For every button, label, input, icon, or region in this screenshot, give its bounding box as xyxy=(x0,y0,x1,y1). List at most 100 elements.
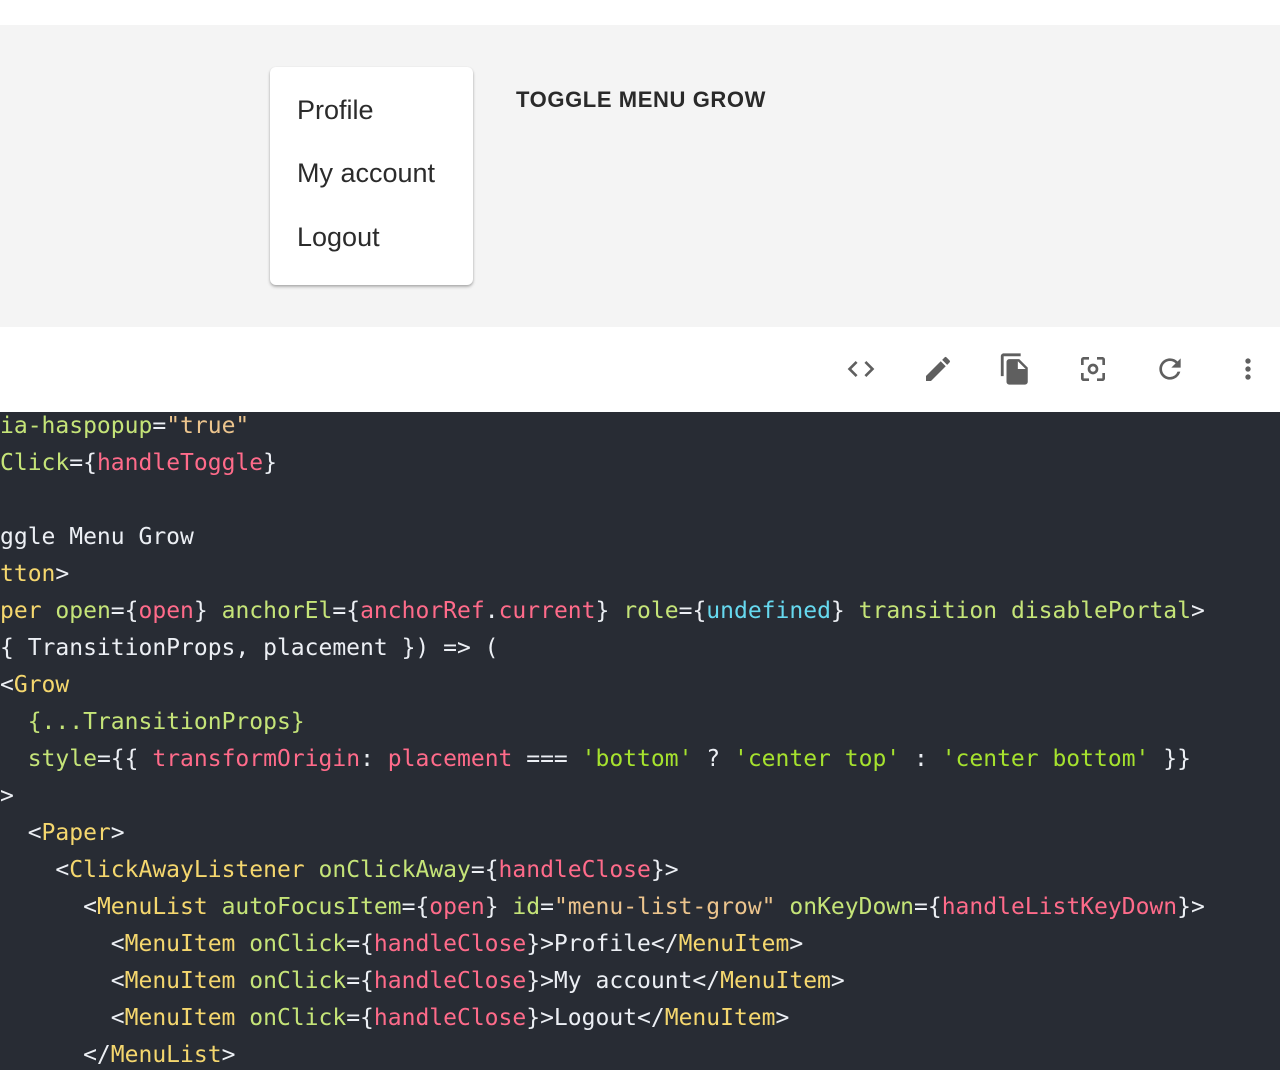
demo-toolbar xyxy=(0,327,1280,412)
code-token: } xyxy=(263,450,277,476)
code-token: role xyxy=(623,598,679,624)
code-token: } xyxy=(830,598,859,624)
code-token: transition xyxy=(858,598,998,624)
code-token: Click xyxy=(0,450,70,476)
code-token: } xyxy=(595,598,624,624)
reset-focus-button[interactable] xyxy=(1071,347,1115,391)
code-token: MenuItem xyxy=(124,931,236,957)
menu-item-my-account[interactable]: My account xyxy=(297,158,435,189)
code-token: ={ xyxy=(401,894,430,920)
code-line: <MenuItem onClick={handleClose}>Logout</… xyxy=(0,1000,790,1037)
code-token: }> xyxy=(1177,894,1205,920)
code-token: handleClose xyxy=(373,931,527,957)
code-token: Paper xyxy=(41,820,111,846)
code-token: onClick xyxy=(249,931,347,957)
code-token: < xyxy=(0,968,125,994)
code-token: < xyxy=(0,931,125,957)
code-token: { TransitionProps, placement }) => ( xyxy=(0,635,499,661)
code-token: handleClose xyxy=(498,857,651,883)
more-vert-icon xyxy=(1245,358,1251,380)
code-token: ={ xyxy=(346,968,374,994)
code-token: > xyxy=(0,783,14,809)
toggle-menu-grow-button[interactable]: TOGGLE MENU GROW xyxy=(516,87,766,113)
code-token: {...TransitionProps} xyxy=(27,709,305,735)
menu-popper: Profile My account Logout xyxy=(270,67,473,285)
code-line: </MenuList> xyxy=(0,1037,235,1070)
code-token: anchorEl xyxy=(221,598,333,624)
code-token: disablePortal xyxy=(1010,598,1191,624)
code-line: <MenuList autoFocusItem={open} id="menu-… xyxy=(0,889,1205,926)
code-token: } xyxy=(193,598,222,624)
code-token: }>My account</ xyxy=(526,968,721,994)
code-token: }} xyxy=(1149,746,1191,772)
code-token: > xyxy=(55,561,70,587)
code-token: === xyxy=(512,746,582,772)
code-block[interactable]: ia-haspopup="true" Click={handleToggle} gg… xyxy=(0,412,1280,1070)
edit-icon xyxy=(926,356,951,381)
code-token: ={ xyxy=(346,1005,374,1031)
code-token: ggle Menu Grow xyxy=(0,524,194,550)
code-token: 'center bottom' xyxy=(941,746,1150,772)
code-token: ia-haspopup xyxy=(0,413,153,439)
more-options-button[interactable] xyxy=(1226,347,1270,391)
code-token: MenuItem xyxy=(124,1005,236,1031)
code-token: handleClose xyxy=(373,968,527,994)
code-line: { TransitionProps, placement }) => ( xyxy=(0,630,499,667)
demo-area: Profile My account Logout TOGGLE MENU GR… xyxy=(0,25,1280,327)
code-line: {...TransitionProps} xyxy=(0,704,305,741)
show-source-button[interactable] xyxy=(839,347,883,391)
code-token: onClick xyxy=(249,1005,347,1031)
menu-item-profile[interactable]: Profile xyxy=(297,95,374,126)
code-token: onClick xyxy=(249,968,347,994)
code-token: : xyxy=(360,746,388,772)
code-token: autoFocusItem xyxy=(221,894,402,920)
code-icon xyxy=(847,361,875,377)
code-token: 'center top' xyxy=(733,746,901,772)
focus-icon xyxy=(1081,357,1105,381)
code-line: <Grow xyxy=(0,667,69,704)
code-token: ={ xyxy=(678,598,707,624)
code-token: < xyxy=(0,1005,125,1031)
code-line: style={{ transformOrigin: placement === … xyxy=(0,741,1191,778)
code-line: <ClickAwayListener onClickAway={handleCl… xyxy=(0,852,678,889)
code-token: < xyxy=(0,857,70,883)
code-token: > xyxy=(830,968,845,994)
copy-source-button[interactable] xyxy=(993,347,1037,391)
menu-item-logout[interactable]: Logout xyxy=(297,222,380,253)
code-token: > xyxy=(775,1005,790,1031)
code-token: MenuItem xyxy=(664,1005,776,1031)
edit-button[interactable] xyxy=(916,347,960,391)
code-token: . xyxy=(484,598,499,624)
code-token: tton xyxy=(0,561,56,587)
code-token: open xyxy=(55,598,111,624)
code-token: id xyxy=(512,894,541,920)
code-token: > xyxy=(110,820,125,846)
code-line: <MenuItem onClick={handleClose}>Profile<… xyxy=(0,926,803,963)
code-token: MenuItem xyxy=(124,968,236,994)
refresh-icon xyxy=(1159,358,1181,380)
code-token: : xyxy=(900,746,942,772)
code-line: <MenuItem onClick={handleClose}>My accou… xyxy=(0,963,845,1000)
code-token: open xyxy=(138,598,194,624)
code-token: ={ xyxy=(346,931,374,957)
code-line: ggle Menu Grow xyxy=(0,519,194,556)
code-token: handleListKeyDown xyxy=(941,894,1178,920)
code-token: ={{ xyxy=(96,746,153,772)
code-token: Grow xyxy=(13,672,70,698)
code-token: }>Profile</ xyxy=(526,931,679,957)
code-token: > xyxy=(789,931,804,957)
code-token: anchorRef xyxy=(360,598,485,624)
reset-demo-button[interactable] xyxy=(1148,347,1192,391)
code-token: = xyxy=(152,413,167,439)
code-token: transformOrigin xyxy=(152,746,361,772)
code-line: Click={handleToggle} xyxy=(0,445,277,482)
code-token: "true" xyxy=(166,413,250,439)
code-line: tton> xyxy=(0,556,69,593)
